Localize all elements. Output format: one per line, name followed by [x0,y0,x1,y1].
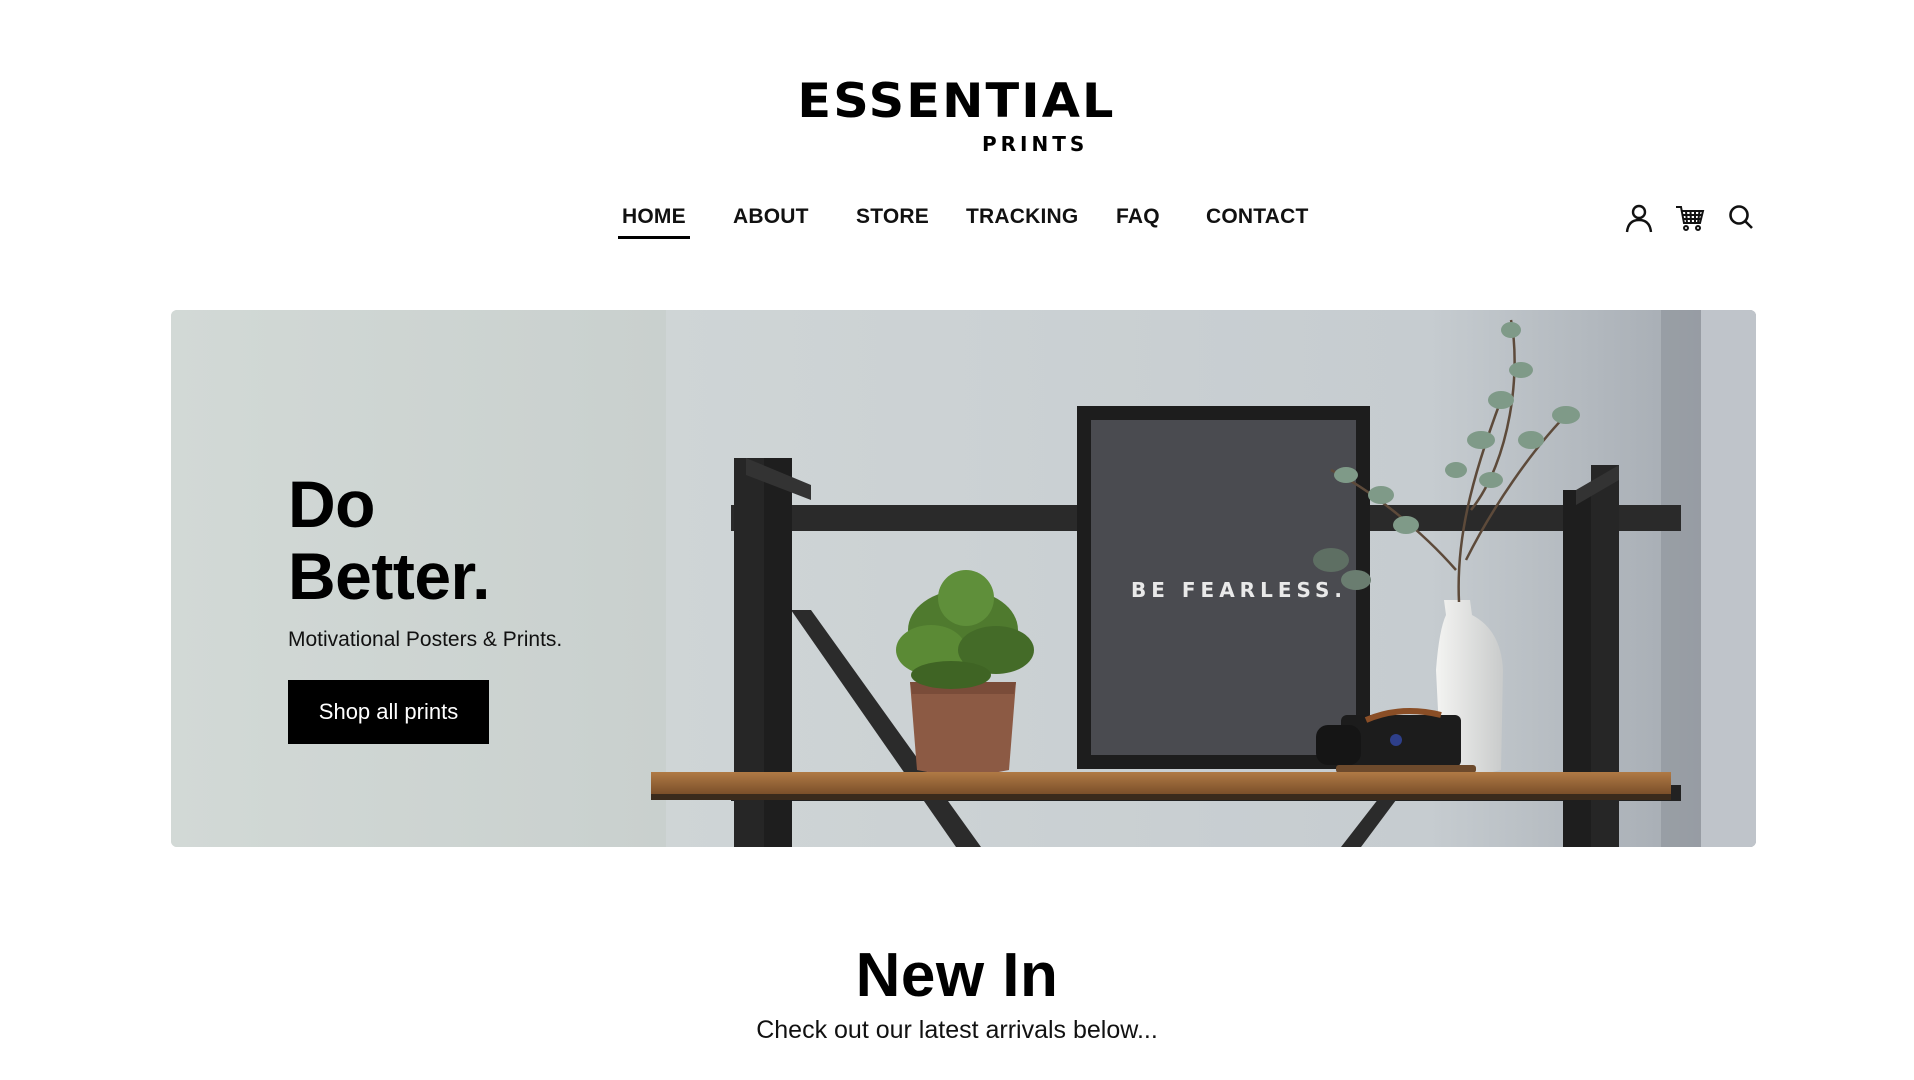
nav-item-store[interactable]: STORE [856,205,929,229]
hero-banner: Do Better. Motivational Posters & Prints… [171,310,1756,847]
logo-wordmark: ESSENTIAL [797,74,1117,129]
hero-title-line-1: Do [288,467,375,541]
cart-icon[interactable] [1675,203,1705,233]
nav-item-contact[interactable]: CONTACT [1206,205,1309,229]
nav-item-faq[interactable]: FAQ [1116,205,1160,229]
hero-title-line-2: Better. [288,539,490,613]
site-logo[interactable]: ESSENTIAL PRINTS [0,74,1914,157]
poster-text: BE FEARLESS. [1131,578,1347,602]
account-icon[interactable] [1624,203,1654,233]
new-in-title: New In [855,941,1059,1010]
nav-item-home[interactable]: HOME [618,205,690,239]
hero-subtitle: Motivational Posters & Prints. [288,628,563,651]
shop-all-prints-button[interactable]: Shop all prints [288,680,489,744]
nav-item-about[interactable]: ABOUT [733,205,809,229]
page: ESSENTIAL PRINTS HOME ABOUT STORE TRACKI… [0,0,1914,1080]
nav-item-tracking[interactable]: TRACKING [966,205,1078,229]
logo-tagline: PRINTS [982,132,1089,156]
search-icon[interactable] [1726,203,1756,233]
hero-title: Do Better. [288,468,490,612]
new-in-subtitle: Check out our latest arrivals below... [756,1016,1158,1044]
